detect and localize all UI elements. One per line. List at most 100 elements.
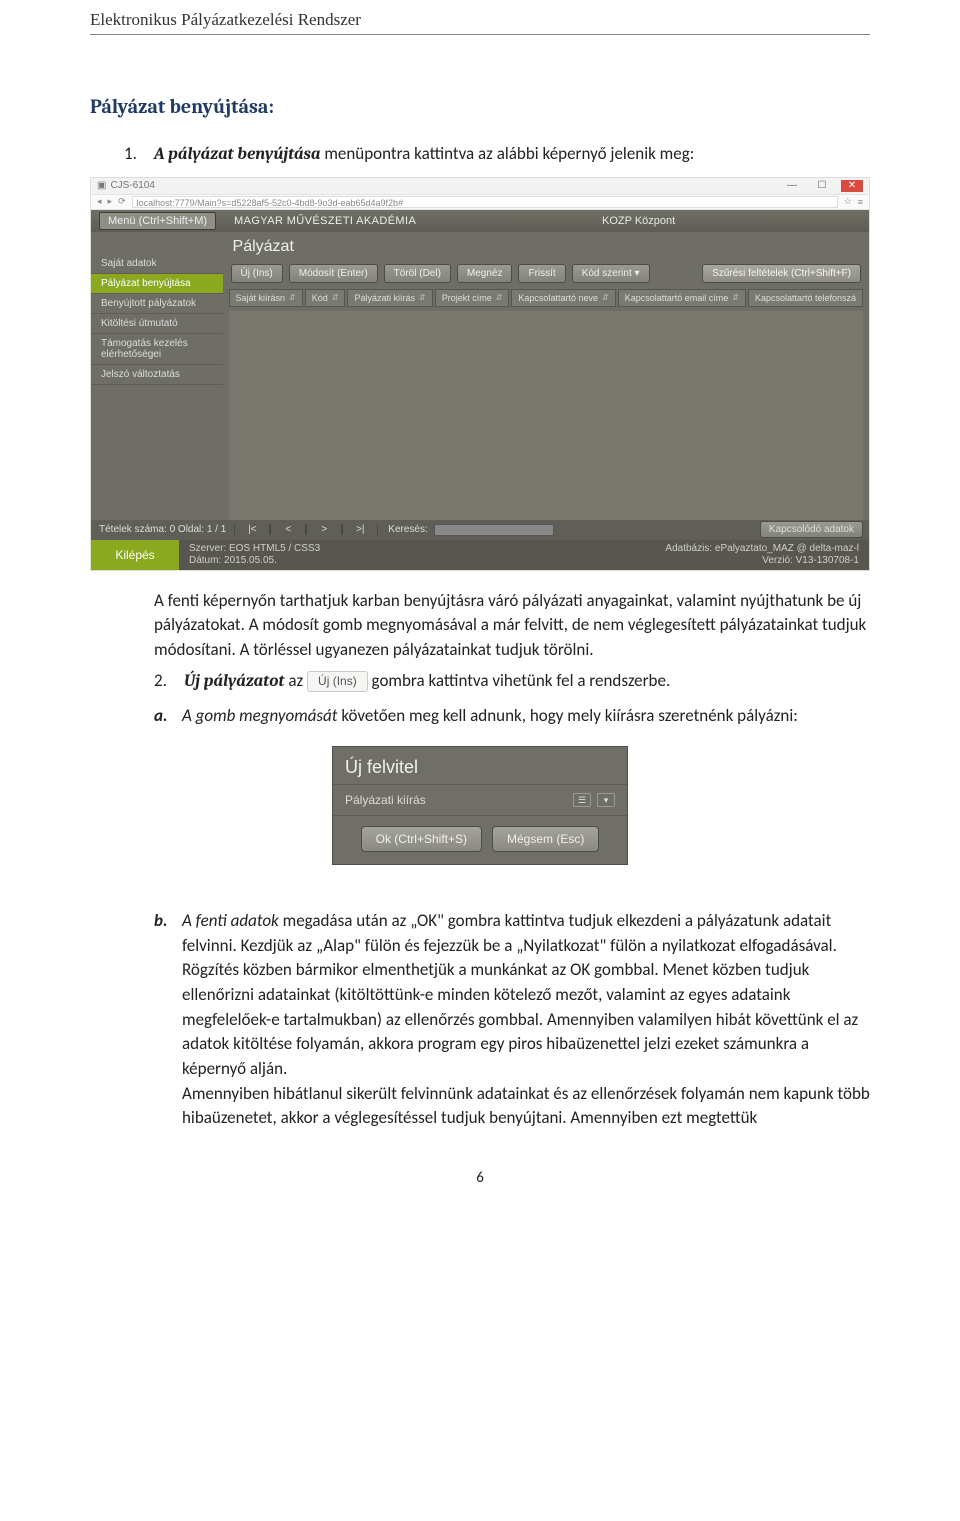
list-number: 1. [124, 142, 154, 167]
list-item-1: 1. A pályázat benyújtása menüpontra katt… [124, 142, 870, 167]
sidebar-item-palyazat-benyujtasa[interactable]: Pályázat benyújtása [91, 274, 223, 294]
text: megadása után az „OK" gombra kattintva t… [182, 910, 870, 1128]
sort-icon: ⇵ [289, 293, 296, 302]
list-item-2: 2. Új pályázatot az Új (Ins) gombra katt… [154, 669, 870, 694]
emph: A fenti adatok [182, 910, 279, 931]
pager-prev[interactable]: < [270, 524, 306, 535]
pager-last[interactable]: >| [342, 524, 378, 535]
col-kapcs-tel[interactable]: Kapcsolattartó telefonszá [748, 289, 863, 307]
header-rule [90, 34, 870, 35]
column-headers: Saját kiírásn⇵ Kód⇵ Pályázati kiírás⇵ Pr… [223, 289, 869, 307]
sort-icon: ⇵ [732, 293, 739, 302]
list-number: 2. [154, 669, 184, 694]
window-close-icon[interactable]: ✕ [841, 180, 863, 192]
inline-new-button: Új (Ins) [307, 671, 368, 692]
list-item-a: a. A gomb megnyomását követően meg kell … [154, 704, 870, 729]
text: menüpontra kattintva az alábbi képernyő … [320, 143, 694, 164]
sort-icon: ⇵ [496, 293, 503, 302]
center-label: KOZP Központ [602, 215, 675, 227]
url-field[interactable]: localhost:7779/Main?s=d5228af5-52c0-4bd8… [132, 196, 838, 208]
ver-label: Verzió: [762, 555, 793, 566]
footer-bar: Kilépés Szerver: EOS HTML5 / CSS3 Dátum:… [91, 540, 869, 570]
cancel-button[interactable]: Mégsem (Esc) [492, 826, 599, 852]
emph: A gomb megnyomását [182, 705, 337, 726]
new-button[interactable]: Új (Ins) [231, 264, 283, 283]
nav-back-icon[interactable]: ◂ [97, 196, 102, 207]
browser-tab-label: CJS-6104 [110, 180, 154, 191]
sidebar-item-sajat-adatok[interactable]: Saját adatok [91, 254, 223, 274]
ver-value: V13-130708-1 [796, 555, 859, 566]
page-number: 6 [90, 1169, 870, 1187]
db-label: Adatbázis: [665, 543, 712, 554]
related-data-button[interactable]: Kapcsolódó adatok [760, 521, 863, 538]
col-kod[interactable]: Kód⇵ [305, 289, 346, 307]
screenshot-dialog: Új felvitel Pályázati kiírás ☰ ▾ Ok (Ctr… [332, 746, 628, 865]
list-item-b: b. A fenti adatok megadása után az „OK" … [154, 909, 870, 1131]
doc-header: Elektronikus Pályázatkezelési Rendszer [90, 10, 870, 34]
refresh-button[interactable]: Frissít [518, 264, 565, 283]
server-value: EOS HTML5 / CSS3 [229, 543, 320, 554]
app-topbar: Menü (Ctrl+Shift+M) MAGYAR MŰVÉSZETI AKA… [91, 210, 869, 232]
screenshot-app: ▣ CJS-6104 — ☐ ✕ ◂ ▸ ⟳ localhost:7779/Ma… [90, 177, 870, 571]
edit-button[interactable]: Módosít (Enter) [289, 264, 378, 283]
date-value: 2015.05.05. [224, 555, 277, 566]
sort-icon: ⇵ [332, 293, 339, 302]
record-count: Tételek száma: 0 Oldal: 1 / 1 [91, 524, 234, 535]
col-sajat-kiirason[interactable]: Saját kiírásn⇵ [229, 289, 303, 307]
pager-next[interactable]: > [306, 524, 342, 535]
list-letter: b. [154, 909, 182, 1131]
status-bar: Tételek száma: 0 Oldal: 1 / 1 |< < > >| … [91, 520, 869, 540]
sort-icon: ⇵ [419, 293, 426, 302]
exit-button[interactable]: Kilépés [91, 540, 179, 570]
field-label: Pályázati kiírás [345, 793, 567, 807]
browser-urlbar: ◂ ▸ ⟳ localhost:7779/Main?s=d5228af5-52c… [91, 194, 869, 210]
window-max-icon[interactable]: ☐ [811, 180, 833, 192]
text: az [285, 670, 308, 691]
nav-fwd-icon[interactable]: ▸ [108, 196, 113, 207]
list-icon[interactable]: ☰ [573, 793, 591, 807]
nav-reload-icon[interactable]: ⟳ [118, 196, 126, 207]
text: követően meg kell adnunk, hogy mely kiír… [337, 705, 797, 726]
col-kapcs-email[interactable]: Kapcsolattartó email címe⇵ [618, 289, 746, 307]
sort-button[interactable]: Kód szerint ▾ [572, 264, 650, 283]
text: gombra kattintva vihetünk fel a rendszer… [368, 670, 671, 691]
sidebar-item-jelszo[interactable]: Jelszó változtatás [91, 365, 223, 385]
sort-icon: ⇵ [602, 293, 609, 302]
browser-tabstrip: ▣ CJS-6104 — ☐ ✕ [91, 178, 869, 194]
search-label: Keresés: [388, 524, 427, 535]
window-min-icon[interactable]: — [781, 180, 803, 192]
dialog-title: Új felvitel [333, 747, 627, 784]
col-kapcs-neve[interactable]: Kapcsolattartó neve⇵ [511, 289, 615, 307]
sidebar-item-utmutato[interactable]: Kitöltési útmutató [91, 314, 223, 334]
pager-first[interactable]: |< [234, 524, 270, 535]
date-label: Dátum: [189, 555, 221, 566]
data-grid[interactable] [229, 311, 863, 520]
app-title: MAGYAR MŰVÉSZETI AKADÉMIA [234, 215, 416, 227]
chevron-down-icon[interactable]: ▾ [597, 793, 615, 807]
sidebar-item-benyujtott[interactable]: Benyújtott pályázatok [91, 294, 223, 314]
paragraph-after-shot1: A fenti képernyőn tarthatjuk karban beny… [154, 589, 870, 663]
ok-button[interactable]: Ok (Ctrl+Shift+S) [361, 826, 482, 852]
col-palyazati-kiiras[interactable]: Pályázati kiírás⇵ [347, 289, 432, 307]
search-input[interactable] [434, 524, 554, 536]
menu-button[interactable]: Menü (Ctrl+Shift+M) [99, 212, 216, 230]
server-label: Szerver: [189, 543, 226, 554]
dialog-buttons: Ok (Ctrl+Shift+S) Mégsem (Esc) [333, 815, 627, 864]
browser-menu-icon[interactable]: ≡ [858, 197, 863, 207]
filter-button[interactable]: Szűrési feltételek (Ctrl+Shift+F) [702, 264, 861, 283]
sidebar-item-tamogatas[interactable]: Támogatás kezelés elérhetőségei [91, 334, 223, 365]
col-projekt-cime[interactable]: Projekt címe⇵ [435, 289, 510, 307]
list-letter: a. [154, 704, 182, 729]
view-button[interactable]: Megnéz [457, 264, 513, 283]
bookmark-icon[interactable]: ☆ [844, 196, 852, 207]
db-value: ePalyaztato_MAZ @ delta-maz-l [715, 543, 859, 554]
browser-tab[interactable]: ▣ CJS-6104 [97, 180, 155, 191]
emph: A pályázat benyújtása [154, 145, 320, 164]
dialog-field-row: Pályázati kiírás ☰ ▾ [333, 784, 627, 815]
section-title: Pályázat benyújtása: [90, 95, 870, 118]
delete-button[interactable]: Töröl (Del) [384, 264, 451, 283]
sidebar: Saját adatok Pályázat benyújtása Benyújt… [91, 232, 223, 520]
main-panel: Pályázat Új (Ins) Módosít (Enter) Töröl … [223, 232, 869, 520]
toolbar: Új (Ins) Módosít (Enter) Töröl (Del) Meg… [223, 264, 869, 289]
emph: Új pályázatot [184, 672, 285, 691]
